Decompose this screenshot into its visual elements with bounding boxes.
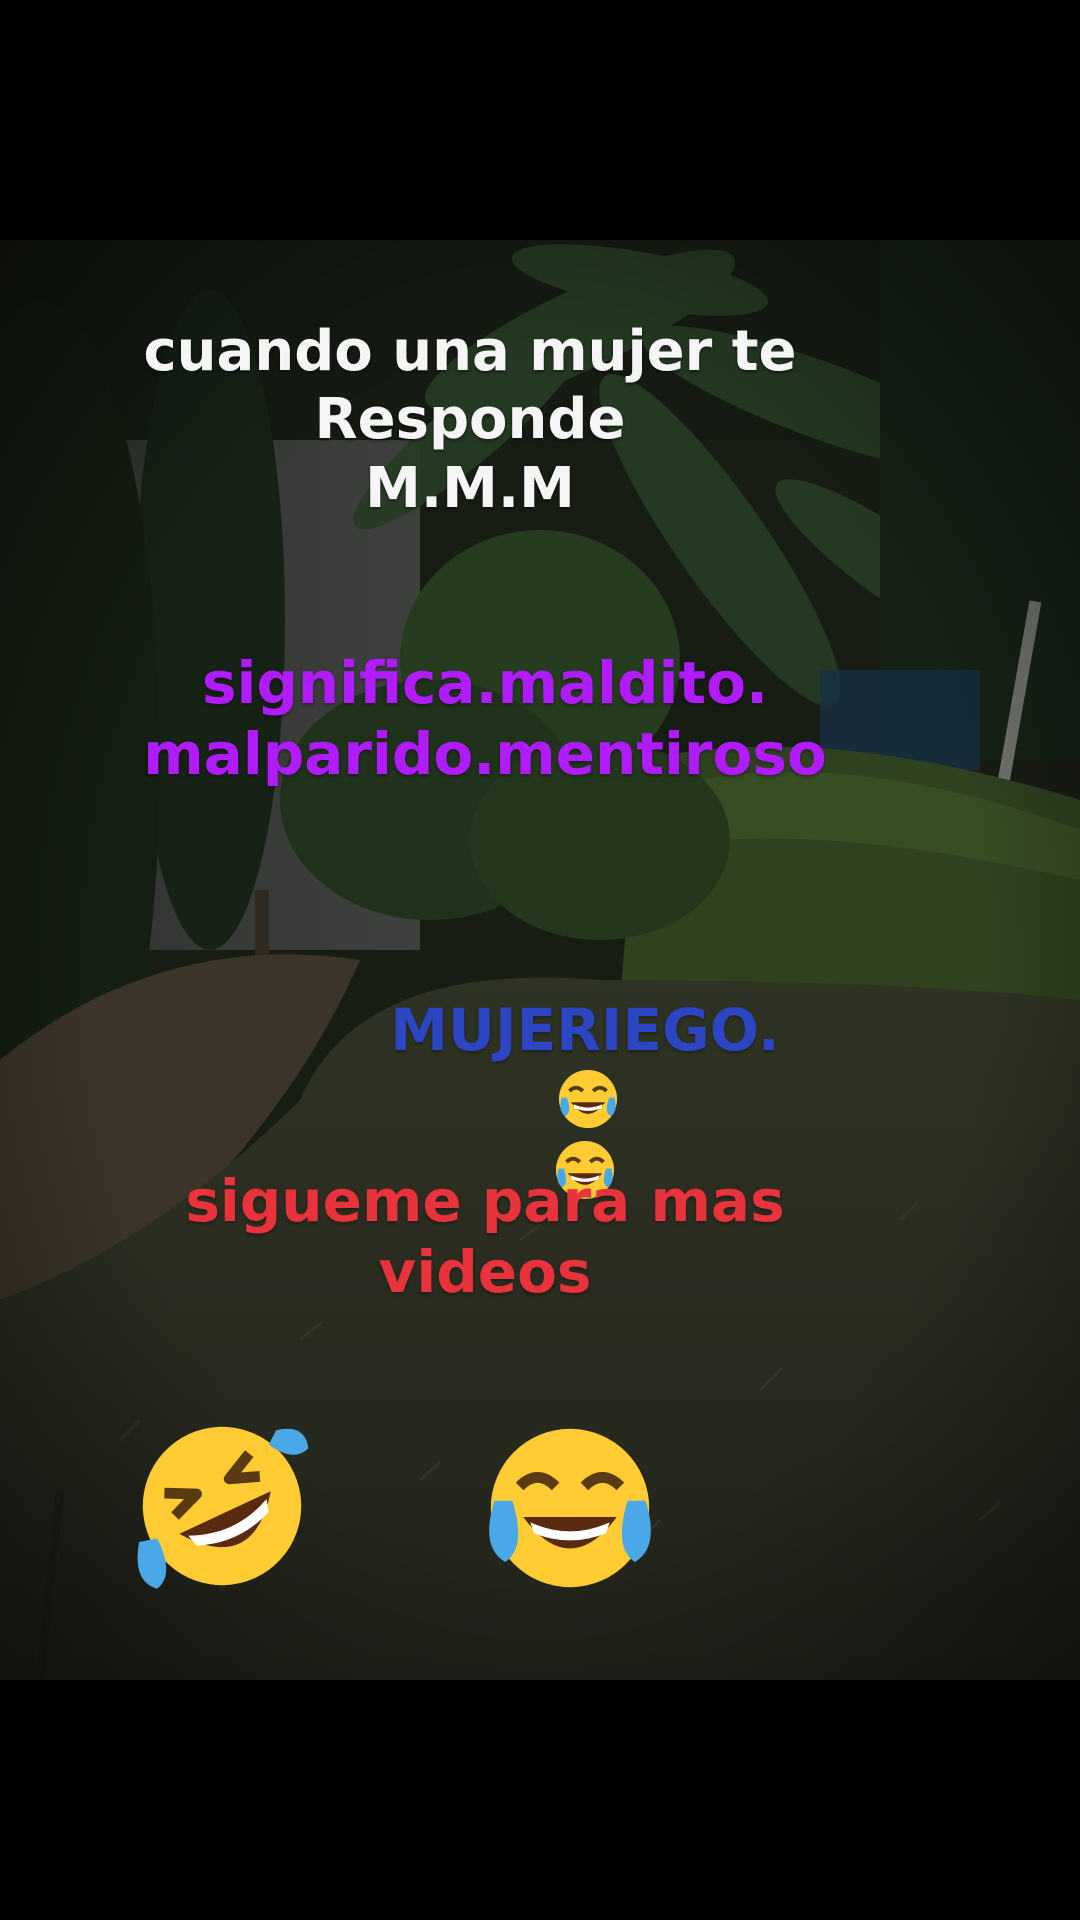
face-with-tears-of-joy-icon: [489, 1428, 651, 1588]
video-frame: cuando una mujer te Responde M.M.M signi…: [0, 0, 1080, 1920]
rolling-on-floor-laughing-icon: [137, 1426, 309, 1589]
face-with-tears-of-joy-icon: [558, 1069, 618, 1128]
caption-follow: sigueme para mas videos: [185, 1167, 785, 1306]
caption-meaning: significa.maldito. malparido.mentiroso: [143, 649, 827, 788]
caption-intro: cuando una mujer te Responde M.M.M: [143, 319, 797, 521]
caption-mujeriego-text: MUJERIEGO.: [390, 995, 780, 1064]
